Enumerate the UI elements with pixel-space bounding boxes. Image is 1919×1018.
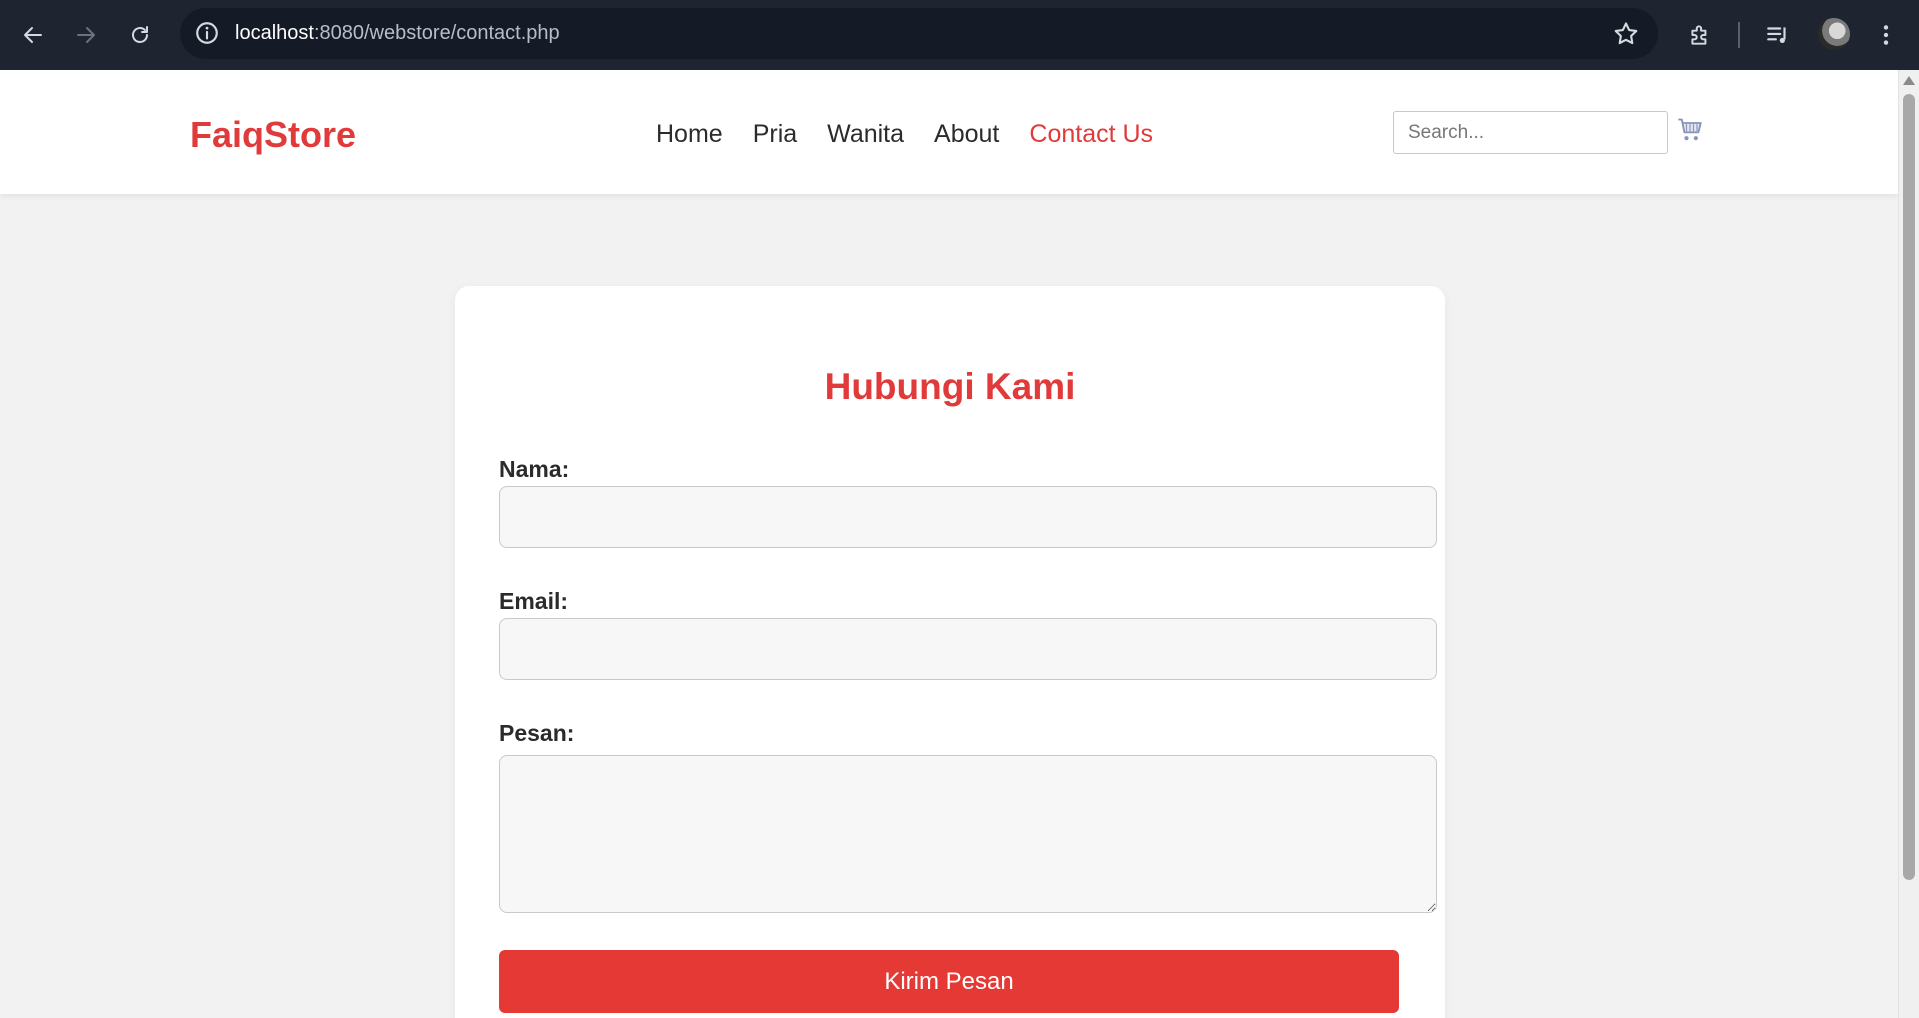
site-info-icon[interactable] xyxy=(194,20,220,46)
arrow-left-icon xyxy=(24,27,42,43)
search-input[interactable] xyxy=(1393,111,1668,154)
puzzle-icon xyxy=(1691,25,1707,45)
forward-button[interactable] xyxy=(68,17,104,53)
reload-icon xyxy=(132,26,148,43)
page-viewport: FaiqStore Home Pria Wanita About Contact… xyxy=(0,70,1898,1018)
cart-icon[interactable] xyxy=(1676,116,1704,144)
page-title: Hubungi Kami xyxy=(824,366,1076,407)
nav-home[interactable]: Home xyxy=(656,120,723,149)
kebab-menu-icon xyxy=(1883,25,1889,45)
name-label: Nama: xyxy=(499,456,570,482)
browser-toolbar: localhost:8080/webstore/contact.php xyxy=(0,0,1919,70)
profile-avatar[interactable] xyxy=(1818,18,1850,50)
back-button[interactable] xyxy=(15,17,51,53)
message-label: Pesan: xyxy=(499,720,575,746)
contact-form-card: Hubungi Kami Nama: Email: Pesan: Kirim P… xyxy=(455,286,1445,1018)
playlist-icon xyxy=(1767,27,1786,44)
email-field[interactable] xyxy=(499,618,1437,680)
arrow-right-icon xyxy=(77,27,95,43)
reload-button[interactable] xyxy=(122,17,158,53)
site-header: FaiqStore Home Pria Wanita About Contact… xyxy=(0,70,1898,194)
media-control-button[interactable] xyxy=(1760,17,1796,53)
submit-button[interactable]: Kirim Pesan xyxy=(499,950,1399,1013)
main-nav: Home Pria Wanita About Contact Us xyxy=(656,120,1153,149)
scroll-up-arrow[interactable] xyxy=(1903,76,1915,85)
nav-about[interactable]: About xyxy=(934,120,999,149)
toolbar-divider xyxy=(1738,22,1740,48)
name-field[interactable] xyxy=(499,486,1437,548)
address-bar[interactable]: localhost:8080/webstore/contact.php xyxy=(180,8,1658,59)
browser-menu-button[interactable] xyxy=(1868,17,1904,53)
message-field[interactable] xyxy=(499,755,1437,913)
site-logo[interactable]: FaiqStore xyxy=(190,114,356,156)
nav-pria[interactable]: Pria xyxy=(753,120,797,149)
bookmark-star-icon[interactable] xyxy=(1612,20,1640,48)
nav-contact-us[interactable]: Contact Us xyxy=(1029,120,1153,149)
extensions-button[interactable] xyxy=(1682,17,1718,53)
scrollbar-thumb[interactable] xyxy=(1903,94,1915,880)
page-scrollbar[interactable] xyxy=(1898,70,1919,1018)
email-label: Email: xyxy=(499,588,569,614)
nav-wanita[interactable]: Wanita xyxy=(827,120,904,149)
url-text: localhost:8080/webstore/contact.php xyxy=(235,22,560,44)
